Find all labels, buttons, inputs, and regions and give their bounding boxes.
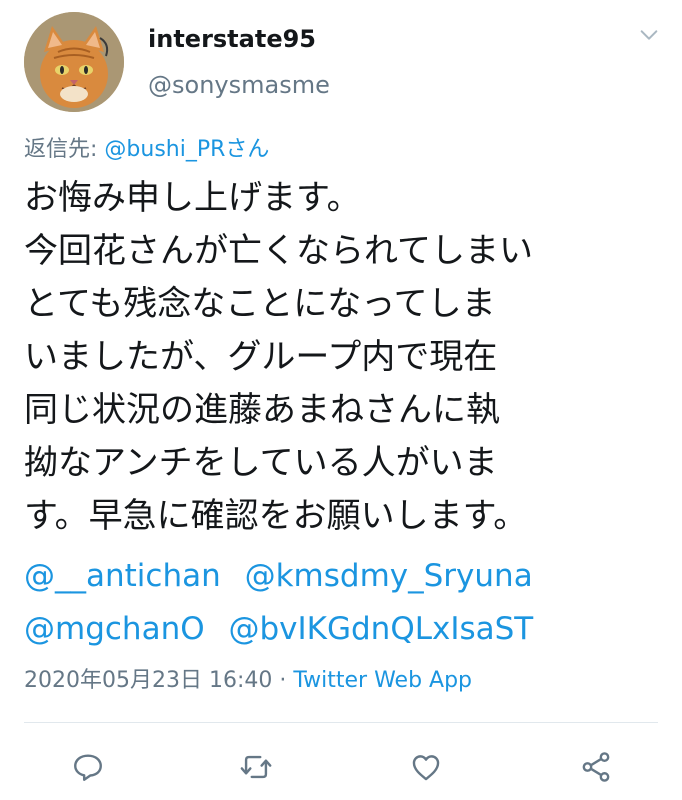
reply-to-link[interactable]: @bushi_PRさん [104, 137, 269, 162]
tweet-header: interstate95 @sonysmasme [0, 0, 682, 125]
divider [24, 722, 658, 723]
share-button[interactable] [574, 745, 618, 789]
mention-row: @mgchanO @bvIKGdnQLxIsaST [24, 603, 664, 656]
mention-link[interactable]: @__antichan [24, 558, 221, 594]
chevron-down-icon[interactable] [638, 24, 660, 46]
meta-separator: · [272, 668, 294, 693]
reply-prefix: 返信先: [24, 137, 105, 162]
tweet-line: す。早急に確認をお願いします。 [24, 496, 528, 536]
tweet-meta: 2020年05月23日 16:40 · Twitter Web App [24, 666, 472, 696]
tweet-body: お悔み申し上げます。 今回花さんが亡くなられてしまい とても残念なことになってし… [24, 172, 664, 543]
tweet-line: とても残念なことになってしま [24, 284, 496, 324]
timestamp[interactable]: 2020年05月23日 16:40 [24, 668, 272, 693]
reply-button[interactable] [66, 745, 110, 789]
mention-link[interactable]: @kmsdmy_Sryuna [245, 558, 533, 594]
tweet-line: 拗なアンチをしている人がいま [24, 443, 498, 483]
retweet-icon [240, 755, 272, 779]
tweet-line: 今回花さんが亡くなられてしまい [24, 231, 533, 271]
tweet-line: お悔み申し上げます。 [24, 178, 361, 218]
mentions: @__antichan @kmsdmy_Sryuna @mgchanO @bvI… [24, 550, 664, 656]
retweet-button[interactable] [234, 745, 278, 789]
user-handle[interactable]: @sonysmasme [148, 70, 330, 100]
tweet-line: いましたが、グループ内で現在 [24, 337, 498, 377]
avatar[interactable] [24, 12, 124, 112]
mention-link[interactable]: @bvIKGdnQLxIsaST [228, 611, 533, 647]
share-icon [582, 752, 610, 782]
like-button[interactable] [404, 745, 448, 789]
like-icon [412, 755, 440, 781]
mention-row: @__antichan @kmsdmy_Sryuna [24, 550, 664, 603]
reply-icon [74, 754, 102, 781]
cat-avatar-icon [24, 12, 124, 112]
source-link[interactable]: Twitter Web App [293, 668, 472, 693]
mention-link[interactable]: @mgchanO [24, 611, 205, 647]
action-bar [0, 745, 682, 789]
reply-context: 返信先: @bushi_PRさん [24, 135, 269, 165]
display-name[interactable]: interstate95 [148, 24, 316, 54]
tweet-line: 同じ状況の進藤あまねさんに執 [24, 390, 500, 430]
